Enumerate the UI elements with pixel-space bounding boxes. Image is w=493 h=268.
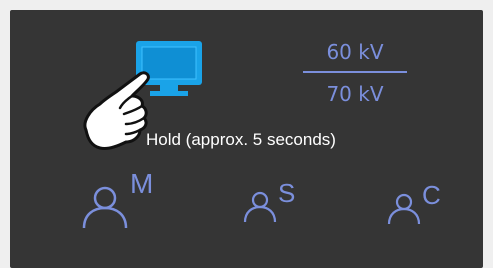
user-icon: [387, 193, 421, 225]
hold-instruction: Hold (approx. 5 seconds): [146, 130, 336, 149]
kv-upper-value: 60 kV: [326, 40, 384, 64]
user-icon: [243, 191, 277, 223]
user-c-button[interactable]: C: [386, 180, 456, 232]
kv-lower-value: 70 kV: [326, 82, 384, 106]
kv-divider: [303, 71, 407, 73]
user-letter-c: C: [422, 180, 441, 210]
control-panel: 60 kV 70 kV Hold (approx. 5 seconds) M S…: [10, 10, 483, 268]
user-letter-s: S: [278, 178, 296, 208]
user-m-button[interactable]: M: [80, 168, 170, 230]
user-icon: [82, 186, 128, 229]
user-s-button[interactable]: S: [242, 178, 312, 230]
user-letter-m: M: [130, 168, 154, 199]
kv-selector[interactable]: 60 kV 70 kV: [300, 36, 410, 114]
